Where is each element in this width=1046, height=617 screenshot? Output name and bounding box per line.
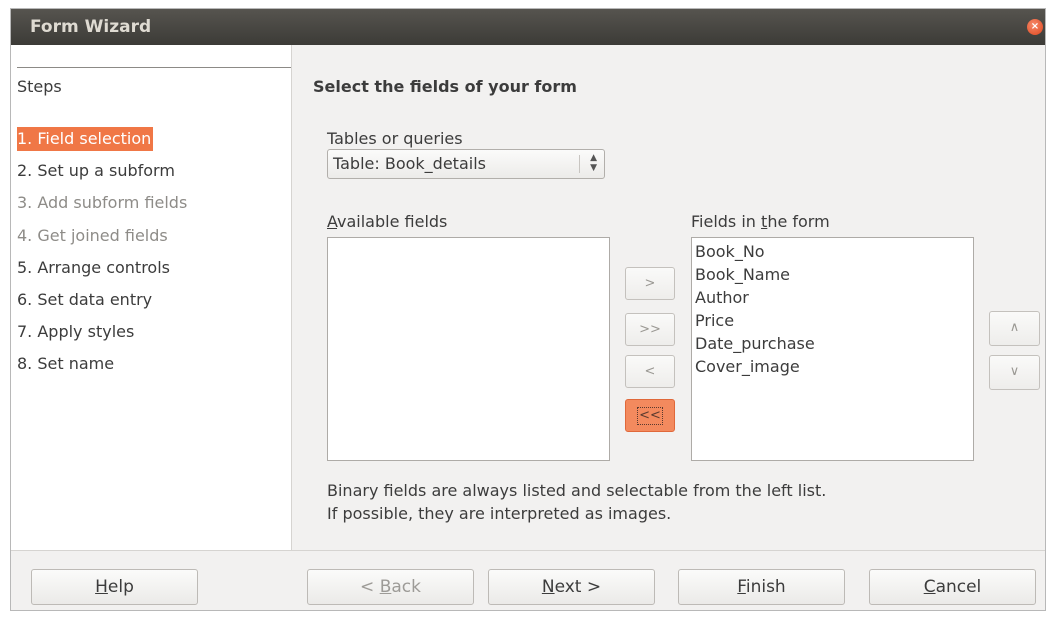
step-set-name[interactable]: 8. Set name xyxy=(17,352,114,376)
list-item[interactable]: Book_Name xyxy=(692,263,973,286)
step-apply-styles[interactable]: 7. Apply styles xyxy=(17,320,134,344)
close-icon[interactable]: × xyxy=(1027,19,1043,35)
table-select-value: Table: Book_details xyxy=(333,154,486,173)
steps-title: Steps xyxy=(17,77,62,96)
fields-in-form-list[interactable]: Book_No Book_Name Author Price Date_purc… xyxy=(691,237,974,461)
list-item[interactable]: Date_purchase xyxy=(692,332,973,355)
page-heading: Select the fields of your form xyxy=(313,77,577,96)
remove-all-fields-button[interactable]: << xyxy=(625,399,675,432)
list-item[interactable]: Book_No xyxy=(692,240,973,263)
combo-divider xyxy=(579,155,580,173)
remove-field-button[interactable]: < xyxy=(625,355,675,388)
binary-fields-note: Binary fields are always listed and sele… xyxy=(327,479,826,525)
add-field-button[interactable]: > xyxy=(625,267,675,300)
step-get-joined-fields: 4. Get joined fields xyxy=(17,226,168,245)
cancel-button[interactable]: Cancel xyxy=(869,569,1036,605)
steps-sidebar: Steps 1. Field selection 2. Set up a sub… xyxy=(11,45,292,550)
help-button[interactable]: Help xyxy=(31,569,198,605)
next-button[interactable]: Next > xyxy=(488,569,655,605)
title-bar[interactable]: Form Wizard × xyxy=(11,9,1045,45)
note-line-2: If possible, they are interpreted as ima… xyxy=(327,504,672,523)
available-fields-label: Available fields xyxy=(327,212,448,231)
move-down-button[interactable]: ∨ xyxy=(989,355,1040,390)
main-panel: Select the fields of your form Tables or… xyxy=(292,45,1045,550)
step-arrange-controls[interactable]: 5. Arrange controls xyxy=(17,256,170,280)
table-select[interactable]: Table: Book_details ▲ ▼ xyxy=(327,149,605,179)
list-item[interactable]: Cover_image xyxy=(692,355,973,378)
move-up-button[interactable]: ∧ xyxy=(989,311,1040,346)
add-all-fields-button[interactable]: >> xyxy=(625,313,675,346)
finish-button[interactable]: Finish xyxy=(678,569,845,605)
back-button[interactable]: < Back xyxy=(307,569,474,605)
step-set-data-entry[interactable]: 6. Set data entry xyxy=(17,288,152,312)
tables-label: Tables or queries xyxy=(327,129,463,148)
note-line-1: Binary fields are always listed and sele… xyxy=(327,481,827,500)
list-item[interactable]: Price xyxy=(692,309,973,332)
list-item[interactable]: Author xyxy=(692,286,973,309)
step-field-selection[interactable]: 1. Field selection xyxy=(17,127,154,151)
steps-divider xyxy=(17,67,291,68)
form-wizard-window: Form Wizard × Steps 1. Field selection 2… xyxy=(10,8,1046,611)
window-title: Form Wizard xyxy=(30,17,152,37)
step-add-subform-fields: 3. Add subform fields xyxy=(17,193,188,212)
updown-arrows-icon: ▲ ▼ xyxy=(590,153,597,173)
available-fields-list[interactable] xyxy=(327,237,610,461)
step-set-up-subform[interactable]: 2. Set up a subform xyxy=(17,159,175,183)
fields-in-form-label: Fields in the form xyxy=(691,212,830,231)
button-bar: Help < Back Next > Finish Cancel xyxy=(11,550,1045,610)
